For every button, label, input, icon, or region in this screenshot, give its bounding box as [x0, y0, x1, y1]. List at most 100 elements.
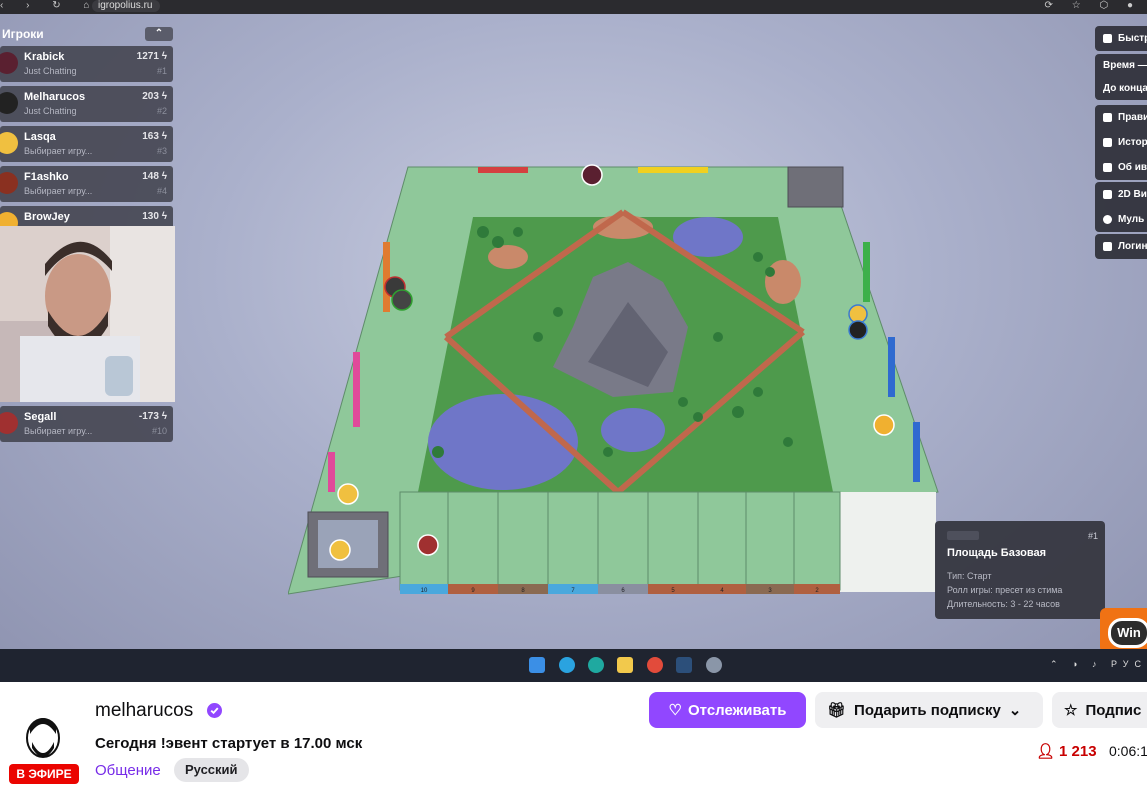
player-status: Выбирает игру...	[24, 186, 93, 196]
chrome-icon[interactable]	[647, 657, 663, 673]
player-token	[417, 534, 439, 556]
player-row[interactable]: F1ashko Выбирает игру... 148 ϟ #4	[0, 166, 173, 202]
player-row[interactable]: Melharucos Just Chatting 203 ϟ #2	[0, 86, 173, 122]
tooltip-title: Площадь Базовая	[947, 547, 1047, 559]
system-tray[interactable]: ⌃ ◑ ♪ РУС	[1050, 659, 1147, 670]
folder-icon[interactable]	[617, 657, 633, 673]
address-bar[interactable]: igropolius.ru	[92, 0, 161, 12]
game-board[interactable]: 10 9 8 7 6 5 4 3 2	[288, 162, 948, 602]
browser-extension-icons[interactable]: ⟳ ☆ ⬡ ●	[1045, 0, 1141, 11]
avatar	[0, 412, 18, 434]
stream-video[interactable]: ‹ › ↻ ⌂ igropolius.ru ⟳ ☆ ⬡ ● 10 9 8 7 6…	[0, 0, 1147, 682]
tooltip-number: #1	[1087, 531, 1098, 541]
menu-item-history[interactable]: Истор	[1095, 130, 1147, 155]
subscribe-button[interactable]: ☆ Подпис	[1052, 692, 1147, 728]
player-name: Lasqa	[24, 131, 56, 143]
collapse-button[interactable]: ⌃	[145, 27, 173, 41]
person-icon: 👤︎	[1036, 743, 1056, 760]
settings-icon[interactable]	[706, 657, 722, 673]
tooltip-duration: Длительность: 3 - 22 часов	[947, 599, 1060, 609]
menu-item-2d-view[interactable]: 2D Ви	[1095, 182, 1147, 207]
player-token	[337, 483, 359, 505]
menu-item-about[interactable]: Об ив	[1095, 155, 1147, 180]
steam-icon[interactable]	[676, 657, 692, 673]
channel-name[interactable]: melharucos	[95, 700, 193, 722]
cell-tooltip: #1 Площадь Базовая Тип: Старт Ролл игры:…	[935, 521, 1105, 619]
follow-button[interactable]: ♡ Отслеживать	[649, 692, 806, 728]
player-row[interactable]: Krabick Just Chatting 1271 ϟ #1	[0, 46, 173, 82]
star-icon: ☆	[1064, 702, 1078, 719]
player-row[interactable]: Lasqa Выбирает игру... 163 ϟ #3	[0, 126, 173, 162]
menu-item-multi[interactable]: Муль	[1095, 207, 1147, 232]
telegram-icon[interactable]	[559, 657, 575, 673]
player-row[interactable]: Segall Выбирает игру... -173 ϟ #10	[0, 406, 173, 442]
heart-icon: ♡	[668, 702, 682, 719]
tooltip-roll: Ролл игры: пресет из стима	[947, 585, 1063, 595]
timer-label: Время —	[1103, 60, 1147, 71]
menu-item-login[interactable]: Логин	[1095, 234, 1147, 259]
stream-title: Сегодня !эвент стартует в 17.00 мск	[95, 735, 363, 752]
rules-icon	[1103, 113, 1112, 122]
browser-nav-icons[interactable]: ‹ › ↻ ⌂	[0, 0, 99, 11]
lightning-icon: ϟ	[161, 171, 167, 182]
category-link[interactable]: Общение	[95, 762, 161, 779]
right-menu-timer: Время — До конца	[1095, 54, 1147, 100]
lightning-icon: ϟ	[161, 131, 167, 142]
corner-fort	[787, 166, 844, 208]
players-panel: Игроки ⌃	[0, 24, 174, 44]
lake	[428, 394, 578, 490]
avatar	[0, 132, 18, 154]
player-status: Выбирает игру...	[24, 426, 93, 436]
tooltip-tag	[947, 531, 979, 540]
timer-remaining: До конца	[1103, 83, 1147, 94]
player-score: 163 ϟ	[142, 131, 167, 142]
avatar	[0, 92, 18, 114]
menu-item-fast[interactable]: Быстр	[1095, 26, 1147, 51]
webcam-overlay	[0, 226, 175, 402]
player-status: Just Chatting	[24, 106, 77, 116]
language-tag[interactable]: Русский	[174, 758, 249, 782]
history-icon	[1103, 138, 1112, 147]
right-menu-group: Логин	[1095, 234, 1147, 259]
player-score: 203 ϟ	[142, 91, 167, 102]
lightning-icon: ϟ	[161, 91, 167, 102]
right-menu-group: 2D Ви Муль	[1095, 182, 1147, 232]
player-token	[329, 539, 351, 561]
viewer-count: 👤︎ 1 213	[1036, 742, 1097, 761]
live-badge: В ЭФИРЕ	[9, 764, 79, 784]
player-score: 130 ϟ	[142, 211, 167, 222]
win-overlay-badge: Win	[1100, 608, 1147, 653]
player-name: Melharucos	[24, 91, 86, 103]
view-icon	[1103, 190, 1112, 199]
tooltip-type: Тип: Старт	[947, 571, 992, 581]
player-rank: #3	[156, 146, 167, 156]
channel-avatar[interactable]	[24, 716, 62, 766]
avatar	[0, 172, 18, 194]
menu-item-rules[interactable]: Прави	[1095, 105, 1147, 130]
player-name: Krabick	[24, 51, 65, 63]
right-menu-group: Прави Истор Об ив	[1095, 105, 1147, 180]
players-panel-title: Игроки	[2, 27, 44, 41]
chevron-down-icon: ⌄	[1008, 702, 1022, 719]
lightning-icon: ϟ	[161, 51, 167, 62]
start-icon[interactable]	[529, 657, 545, 673]
player-score: 1271 ϟ	[136, 51, 167, 62]
lightning-icon: ϟ	[161, 411, 167, 422]
about-icon	[1103, 163, 1112, 172]
lightning-icon: ϟ	[161, 211, 167, 222]
player-rank: #10	[151, 426, 167, 436]
dirt-patch	[765, 260, 801, 304]
bottom-row-cells	[399, 491, 841, 591]
player-name: Segall	[24, 411, 57, 423]
player-status: Just Chatting	[24, 66, 77, 76]
gift-sub-button[interactable]: 🎁︎ Подарить подписку ⌄	[815, 692, 1043, 728]
player-token	[873, 414, 895, 436]
player-rank: #4	[156, 186, 167, 196]
multi-icon	[1103, 215, 1112, 224]
edge-icon[interactable]	[588, 657, 604, 673]
browser-toolbar: ‹ › ↻ ⌂ igropolius.ru ⟳ ☆ ⬡ ●	[0, 0, 1147, 14]
right-menu-group: Быстр	[1095, 26, 1147, 51]
player-score: 148 ϟ	[142, 171, 167, 182]
player-status: Выбирает игру...	[24, 146, 93, 156]
lake	[601, 408, 665, 452]
